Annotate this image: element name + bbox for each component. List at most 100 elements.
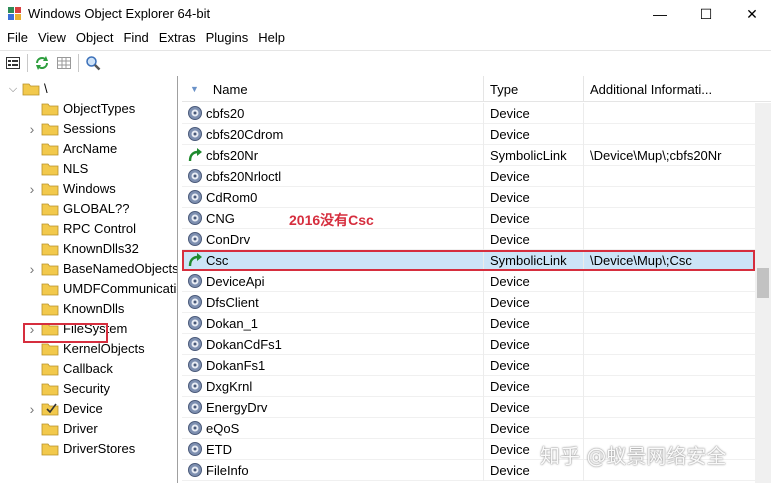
folder-icon xyxy=(41,263,59,276)
table-row[interactable]: DfsClient Device xyxy=(182,291,755,313)
object-name: ETD xyxy=(206,441,232,457)
expand-chevron-icon[interactable]: › xyxy=(27,399,37,419)
folder-icon xyxy=(41,243,59,256)
tree-item[interactable]: › Sessions xyxy=(27,119,116,139)
folder-checked-icon xyxy=(41,403,59,416)
tree-item[interactable]: › Windows xyxy=(27,179,116,199)
cell-name: cbfs20 xyxy=(182,102,484,124)
table-row[interactable]: Dokan_1 Device xyxy=(182,312,755,334)
device-gear-icon xyxy=(188,127,202,141)
table-row[interactable]: cbfs20Cdrom Device xyxy=(182,123,755,145)
maximize-button[interactable]: ☐ xyxy=(683,0,729,28)
cell-name: DxgKrnl xyxy=(182,375,484,397)
cell-additional-info: \Device\Mup\;cbfs20Nr xyxy=(590,147,722,163)
cell-additional-info xyxy=(584,397,755,418)
tree-item-label: UMDFCommunicatio xyxy=(63,281,178,296)
object-tree[interactable]: ⌵ \ ObjectTypes › Sessions ArcName NLS › Windows… xyxy=(0,76,178,483)
tree-item-label: Windows xyxy=(63,181,116,196)
object-name: CNG xyxy=(206,210,235,226)
window-title: Windows Object Explorer 64-bit xyxy=(28,6,211,21)
cell-name: Csc xyxy=(182,249,484,271)
table-row[interactable]: cbfs20 Device xyxy=(182,102,755,124)
object-name: DeviceApi xyxy=(206,273,265,289)
table-row[interactable]: eQoS Device xyxy=(182,417,755,439)
table-row[interactable]: DokanCdFs1 Device xyxy=(182,333,755,355)
menu-help[interactable]: Help xyxy=(253,28,290,48)
device-gear-icon xyxy=(188,274,202,288)
table-row[interactable]: cbfs20Nr SymbolicLink \Device\Mup\;cbfs20N… xyxy=(182,144,755,166)
cell-name: ETD xyxy=(182,438,484,460)
tree-item[interactable]: KnownDlls32 xyxy=(27,239,139,259)
device-gear-icon xyxy=(188,358,202,372)
table-row[interactable]: CNG Device xyxy=(182,207,755,229)
expand-chevron-icon[interactable]: › xyxy=(27,179,37,199)
column-header-type[interactable]: Type xyxy=(484,76,584,102)
table-row[interactable]: ConDrv Device xyxy=(182,228,755,250)
tree-item[interactable]: › BaseNamedObjects xyxy=(27,259,177,279)
scrollbar-thumb[interactable] xyxy=(757,268,769,298)
table-row[interactable]: DxgKrnl Device xyxy=(182,375,755,397)
refresh-button[interactable] xyxy=(31,52,53,74)
menu-view[interactable]: View xyxy=(33,28,71,48)
table-row[interactable]: CdRom0 Device xyxy=(182,186,755,208)
properties-button[interactable] xyxy=(2,52,24,74)
table-row[interactable]: EnergyDrv Device xyxy=(182,396,755,418)
tree-item[interactable]: UMDFCommunicatio xyxy=(27,279,178,299)
minimize-button[interactable]: — xyxy=(637,0,683,28)
watermark: 知乎 @蚁景网络安全 xyxy=(540,444,727,468)
folder-icon xyxy=(41,103,59,116)
object-name: CdRom0 xyxy=(206,189,258,205)
annotation-text: 2016没有Csc xyxy=(289,212,374,228)
cell-name: cbfs20Nrloctl xyxy=(182,165,484,187)
expand-chevron-icon[interactable]: › xyxy=(27,259,37,279)
cell-type: Device xyxy=(484,354,584,376)
find-button[interactable] xyxy=(82,52,104,74)
cell-name: DokanCdFs1 xyxy=(182,333,484,355)
expand-chevron-icon[interactable]: › xyxy=(27,119,37,139)
cell-additional-info xyxy=(584,334,755,355)
cell-type: Device xyxy=(484,312,584,334)
close-button[interactable]: ✕ xyxy=(729,0,771,28)
object-name: ConDrv xyxy=(206,231,251,247)
table-row[interactable]: DeviceApi Device xyxy=(182,270,755,292)
close-icon: ✕ xyxy=(746,5,758,22)
collapse-chevron-icon[interactable]: ⌵ xyxy=(8,79,18,99)
menu-object[interactable]: Object xyxy=(71,28,119,48)
menu-file[interactable]: File xyxy=(2,28,33,48)
tree-item[interactable]: ⌵ \ xyxy=(8,79,48,99)
tree-item[interactable]: ArcName xyxy=(27,139,117,159)
table-row[interactable]: cbfs20Nrloctl Device xyxy=(182,165,755,187)
object-name: cbfs20Nr xyxy=(206,147,259,163)
menu-plugins[interactable]: Plugins xyxy=(201,28,254,48)
object-name: cbfs20Cdrom xyxy=(206,126,284,142)
tree-item[interactable]: ObjectTypes xyxy=(27,99,135,119)
menu-extras[interactable]: Extras xyxy=(154,28,201,48)
tree-item[interactable]: GLOBAL?? xyxy=(27,199,130,219)
table-row[interactable]: Csc SymbolicLink \Device\Mup\;Csc xyxy=(182,249,755,271)
cell-name: CdRom0 xyxy=(182,186,484,208)
tree-item-label: KnownDlls xyxy=(63,301,125,316)
tree-item[interactable]: Driver xyxy=(27,419,98,439)
tree-item[interactable]: Callback xyxy=(27,359,113,379)
menu-bar: File View Object Find Extras Plugins Hel… xyxy=(0,28,771,48)
tree-item[interactable]: KnownDlls xyxy=(27,299,124,319)
cell-name: DfsClient xyxy=(182,291,484,313)
tree-item[interactable]: NLS xyxy=(27,159,88,179)
tree-item[interactable]: › Device xyxy=(27,399,103,419)
device-gear-icon xyxy=(188,295,202,309)
vertical-scrollbar[interactable] xyxy=(755,103,771,483)
tree-item[interactable]: Security xyxy=(27,379,110,399)
tree-item[interactable]: DriverStores xyxy=(27,439,135,459)
column-header-info[interactable]: Additional Informati... xyxy=(584,76,754,102)
menu-find[interactable]: Find xyxy=(118,28,153,48)
cell-additional-info xyxy=(584,166,755,187)
table-row[interactable]: DokanFs1 Device xyxy=(182,354,755,376)
column-header-name[interactable]: ▼ Name xyxy=(182,76,484,102)
object-list[interactable]: ▼ Name Type Additional Informati... cbfs… xyxy=(182,76,771,483)
tree-item[interactable]: RPC Control xyxy=(27,219,136,239)
grid-view-button[interactable] xyxy=(53,52,75,74)
